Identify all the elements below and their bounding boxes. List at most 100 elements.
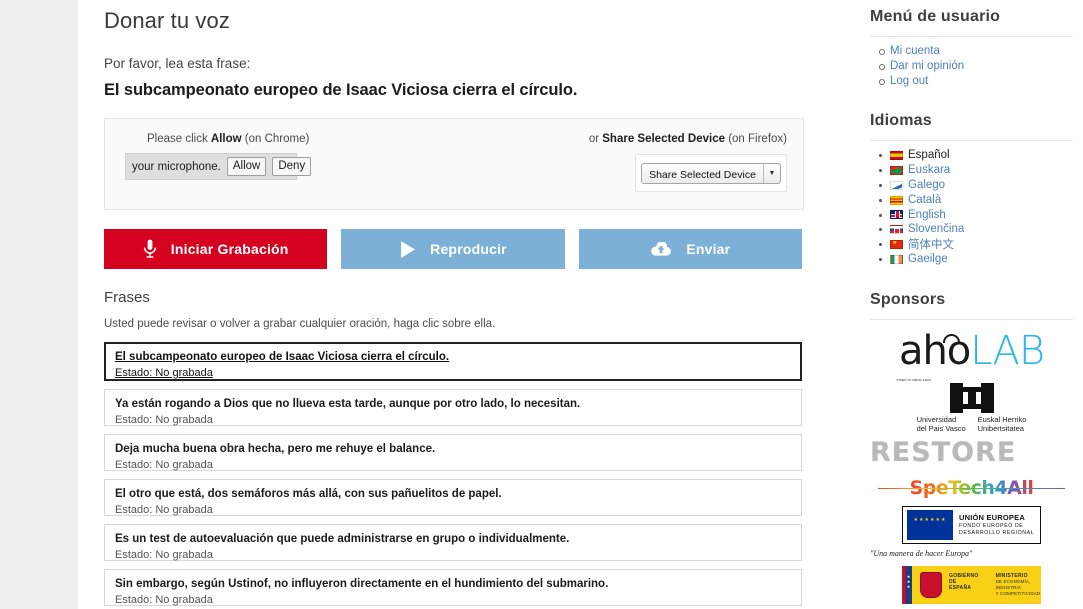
chrome-permission-caption: Please click Allow (on Chrome): [147, 131, 455, 147]
chrome-caption-suffix: (on Chrome): [241, 133, 310, 145]
language-item[interactable]: Català: [878, 193, 1073, 208]
share-selected-device-control[interactable]: Share Selected Device ▼: [641, 162, 781, 184]
flag-galicia-icon: [890, 180, 903, 190]
upv-names: Universidad del Pais Vasco Euskal Herrik…: [897, 415, 1047, 433]
sentence-text: Sin embargo, según Ustinof, no influyero…: [115, 578, 609, 590]
sentence-item[interactable]: El otro que está, dos semáforos más allá…: [104, 479, 802, 516]
sentence-item[interactable]: El subcampeonato europeo de Isaac Vicios…: [104, 342, 802, 381]
language-row[interactable]: 简体中文: [890, 237, 1073, 252]
language-item[interactable]: Gaeilge: [878, 252, 1073, 267]
read-instruction: Por favor, lea esta frase:: [104, 56, 251, 71]
language-item[interactable]: Euskara: [878, 163, 1073, 178]
sentence-status: Estado: No grabada: [115, 367, 213, 379]
language-label[interactable]: Gaeilge: [908, 252, 948, 267]
user-menu-heading: Menú de usuario: [870, 8, 1001, 25]
sentence-status: Estado: No grabada: [115, 549, 213, 561]
flag-catalonia-icon: [890, 195, 903, 205]
language-label[interactable]: Español: [908, 148, 950, 163]
flag-basque-icon: [890, 166, 903, 176]
language-label[interactable]: Euskara: [908, 163, 950, 178]
language-row[interactable]: Euskara: [890, 163, 1073, 178]
eu-flag-icon: [907, 509, 953, 540]
frases-hint: Usted puede revisar o volver a grabar cu…: [104, 318, 496, 330]
language-row[interactable]: Slovenčina: [890, 222, 1073, 237]
eu-text-block: UNIÓN EUROPEA FONDO EUROPEO DE DESARROLL…: [959, 513, 1034, 537]
eu-slogan: "Una manera de hacer Europa": [870, 548, 973, 558]
user-menu-item[interactable]: Mi cuenta: [878, 44, 1073, 59]
gobierno-line4: DE ECONOMÍA, INDUSTRIA: [995, 579, 1031, 590]
language-label[interactable]: 简体中文: [908, 237, 954, 252]
languages-divider: [870, 140, 1073, 142]
sentence-item[interactable]: Sin embargo, según Ustinof, no influyero…: [104, 569, 802, 606]
language-item[interactable]: 简体中文: [878, 237, 1073, 252]
send-button[interactable]: Enviar: [578, 229, 802, 269]
firefox-permission-caption: or Share Selected Device (on Firefox): [487, 131, 787, 147]
play-icon: [399, 240, 416, 259]
user-menu-item-label[interactable]: Mi cuenta: [890, 45, 940, 57]
sponsor-eu-logo: UNIÓN EUROPEA FONDO EUROPEO DE DESARROLL…: [902, 505, 1041, 544]
flag-china-icon: [890, 240, 903, 250]
sponsor-aholab-logo: aho LAB: [870, 330, 1073, 372]
chrome-caption-prefix: Please click: [147, 133, 211, 145]
chrome-caption-strong: Allow: [210, 133, 242, 145]
language-row[interactable]: English: [890, 208, 1073, 223]
sentence-item[interactable]: Es un test de autoevaluación que puede a…: [104, 524, 802, 561]
eu-line2: FONDO EUROPEO DE: [959, 522, 1024, 529]
upv-name-left: Universidad del Pais Vasco: [917, 415, 966, 433]
sponsors-divider: [870, 318, 1073, 320]
language-label[interactable]: English: [908, 208, 946, 223]
right-sidebar: Menú de usuario Mi cuenta Dar mi opinión L…: [860, 0, 1083, 609]
upv-name-right-line1: Euskal Herriko: [977, 414, 1027, 424]
language-item[interactable]: Slovenčina: [878, 222, 1073, 237]
microphone-icon: [143, 239, 157, 259]
sponsor-spetech-logo: SpeTech4All: [870, 476, 1073, 500]
cloud-upload-icon: [650, 241, 672, 257]
language-item[interactable]: English: [878, 208, 1073, 223]
start-recording-label: Iniciar Grabación: [170, 241, 289, 257]
language-row[interactable]: Gaeilge: [890, 252, 1073, 267]
language-item[interactable]: Galego: [878, 178, 1073, 193]
start-recording-button[interactable]: Iniciar Grabación: [104, 229, 328, 269]
main-content: Donar tu voz Por favor, lea esta frase: …: [78, 0, 860, 609]
user-menu-item-label[interactable]: Dar mi opinión: [890, 60, 964, 72]
upv-name-right: Euskal Herriko Unibertsitatea: [978, 415, 1027, 433]
flag-spain-icon: [890, 151, 903, 161]
spetech-waveform-icon: [878, 487, 1065, 489]
sentence-item[interactable]: Ya están rogando a Dios que no llueva es…: [104, 389, 802, 426]
left-gutter: [0, 0, 78, 609]
sponsor-restore-logo: RESTORE: [870, 436, 1017, 468]
chevron-down-icon[interactable]: ▼: [762, 163, 780, 183]
language-label[interactable]: Slovenčina: [908, 222, 964, 237]
gobierno-left-text: GOBIERNO DE ESPAÑA: [949, 573, 979, 596]
user-menu-item-label[interactable]: Log out: [890, 75, 928, 87]
language-label[interactable]: Galego: [908, 178, 945, 193]
deny-button[interactable]: Deny: [272, 157, 312, 176]
user-menu-item[interactable]: Log out: [878, 74, 1073, 89]
language-item[interactable]: Español: [878, 148, 1073, 163]
flag-uk-icon: [890, 210, 903, 220]
sponsors-heading: Sponsors: [870, 290, 946, 308]
upv-tagline: eman ta zabal zazu: [896, 377, 932, 382]
aholab-lab-text: LAB: [970, 327, 1045, 374]
language-row[interactable]: Català: [890, 193, 1073, 208]
upv-name-right-line2: Unibertsitatea: [977, 423, 1024, 433]
language-row[interactable]: Español: [890, 148, 1073, 163]
sponsor-upv-logo: eman ta zabal zazu Universidad del Pais …: [897, 378, 1047, 433]
sentence-text: Deja mucha buena obra hecha, pero me reh…: [115, 443, 436, 455]
gobierno-right-text: MINISTERIO DE ECONOMÍA, INDUSTRIA Y COMP…: [996, 573, 1041, 596]
frases-heading: Frases: [104, 289, 150, 306]
language-row[interactable]: Galego: [890, 178, 1073, 193]
user-menu-item[interactable]: Dar mi opinión: [878, 59, 1073, 74]
play-button[interactable]: Reproducir: [341, 229, 565, 269]
chrome-permission-group: Please click Allow (on Chrome) your micr…: [125, 131, 455, 180]
share-selected-device-button[interactable]: Share Selected Device: [642, 164, 763, 183]
flag-ireland-icon: [890, 254, 903, 264]
sentence-text: El subcampeonato europeo de Isaac Vicios…: [115, 351, 450, 363]
microphone-permission-panel: Please click Allow (on Chrome) your micr…: [104, 118, 804, 210]
language-label[interactable]: Català: [908, 193, 941, 208]
allow-button[interactable]: Allow: [226, 157, 267, 176]
sentence-item[interactable]: Deja mucha buena obra hecha, pero me reh…: [104, 434, 802, 471]
upv-name-left-line1: Universidad: [916, 414, 957, 424]
play-label: Reproducir: [430, 241, 507, 257]
microphone-request-text: your microphone.: [132, 160, 221, 173]
